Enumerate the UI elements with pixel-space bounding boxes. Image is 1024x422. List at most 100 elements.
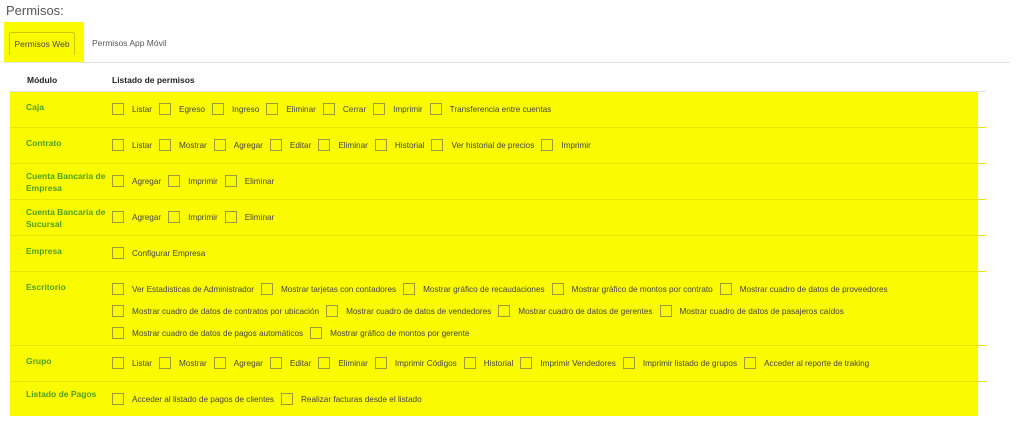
permission-editar[interactable]: Editar [269, 139, 311, 151]
permission-mostrar-cuadro-de-datos-de-pasajeros-caidos[interactable]: Mostrar cuadro de datos de pasajeros caí… [659, 305, 844, 317]
permission-editar[interactable]: Editar [269, 357, 311, 369]
permission-checkbox[interactable] [463, 357, 476, 369]
permission-mostrar[interactable]: Mostrar [159, 139, 207, 151]
permission-checkbox[interactable] [403, 283, 416, 295]
permission-checkbox[interactable] [373, 103, 386, 115]
permission-checkbox[interactable] [168, 175, 181, 187]
permission-checkbox[interactable] [112, 393, 124, 405]
permission-mostrar-tarjetas-con-contadores[interactable]: Mostrar tarjetas con contadores [260, 283, 396, 295]
permission-checkbox[interactable] [260, 283, 273, 295]
permission-checkbox[interactable] [224, 211, 237, 223]
permission-configurar-empresa[interactable]: Configurar Empresa [112, 247, 205, 259]
module-name: Caja [26, 102, 44, 112]
permission-checkbox[interactable] [159, 103, 172, 115]
permission-checkbox[interactable] [112, 211, 124, 223]
permission-mostrar-grafico-de-montos-por-gerente[interactable]: Mostrar gráfico de montos por gerente [310, 327, 469, 339]
permission-egreso[interactable]: Egreso [159, 103, 205, 115]
permission-checkbox[interactable] [112, 283, 124, 295]
permission-checkbox[interactable] [429, 103, 442, 115]
permission-eliminar[interactable]: Eliminar [224, 211, 275, 223]
permission-checkbox[interactable] [374, 357, 387, 369]
permission-imprimir[interactable]: Imprimir [168, 175, 218, 187]
permission-ver-historial-de-precios[interactable]: Ver historial de precios [431, 139, 534, 151]
permission-checkbox[interactable] [318, 139, 331, 151]
permission-mostrar-grafico-de-recaudaciones[interactable]: Mostrar gráfico de recaudaciones [403, 283, 545, 295]
permission-checkbox[interactable] [112, 103, 124, 115]
permission-checkbox[interactable] [112, 327, 124, 339]
permission-mostrar-cuadro-de-datos-de-vendedores[interactable]: Mostrar cuadro de datos de vendedores [326, 305, 491, 317]
permission-imprimir-codigos[interactable]: Imprimir Códigos [374, 357, 457, 369]
permission-mostrar[interactable]: Mostrar [159, 357, 207, 369]
permission-line: Agregar Imprimir Eliminar [112, 210, 281, 224]
permission-historial[interactable]: Historial [463, 357, 513, 369]
permission-checkbox[interactable] [112, 175, 124, 187]
permission-ver-estadisticas-de-administrador[interactable]: Ver Estadisticas de Administrador [112, 283, 254, 295]
permission-eliminar[interactable]: Eliminar [224, 175, 274, 187]
permission-checkbox[interactable] [622, 357, 635, 369]
permission-eliminar[interactable]: Eliminar [318, 139, 368, 151]
permission-acceder-al-reporte-de-traking[interactable]: Acceder al reporte de traking [744, 357, 869, 369]
permission-listar[interactable]: Listar [112, 357, 152, 369]
permission-label: Mostrar [179, 140, 207, 150]
permission-checkbox[interactable] [112, 247, 124, 259]
permission-label: Ver Estadisticas de Administrador [132, 284, 254, 294]
permission-eliminar[interactable]: Eliminar [318, 357, 368, 369]
permission-historial[interactable]: Historial [374, 139, 424, 151]
permission-acceder-al-listado-de-pagos-de-clientes[interactable]: Acceder al listado de pagos de clientes [112, 393, 274, 405]
permission-checkbox[interactable] [431, 139, 444, 151]
permission-agregar[interactable]: Agregar [213, 357, 263, 369]
permission-listar[interactable]: Listar [112, 103, 152, 115]
tab-permisos-web[interactable]: Permisos Web [9, 32, 75, 55]
permission-checkbox[interactable] [374, 139, 387, 151]
permission-label: Listar [132, 140, 153, 150]
permission-mostrar-cuadro-de-datos-de-gerentes[interactable]: Mostrar cuadro de datos de gerentes [498, 305, 653, 317]
permission-label: Eliminar [244, 212, 275, 222]
permission-agregar[interactable]: Agregar [213, 139, 263, 151]
permission-checkbox[interactable] [322, 103, 335, 115]
permission-checkbox[interactable] [326, 305, 339, 317]
permission-checkbox[interactable] [520, 357, 533, 369]
permission-imprimir-listado-de-grupos[interactable]: Imprimir listado de grupos [622, 357, 737, 369]
permission-checkbox[interactable] [224, 175, 237, 187]
permission-checkbox[interactable] [112, 305, 124, 317]
permission-transferencia-entre-cuentas[interactable]: Transferencia entre cuentas [429, 103, 551, 115]
permission-checkbox[interactable] [213, 139, 226, 151]
permission-checkbox[interactable] [211, 103, 224, 115]
permission-checkbox[interactable] [213, 357, 226, 369]
permission-checkbox[interactable] [498, 305, 511, 317]
permission-label: Mostrar gráfico de montos por gerente [330, 328, 470, 338]
permission-checkbox[interactable] [541, 139, 554, 151]
permission-listar[interactable]: Listar [112, 139, 152, 151]
permission-checkbox[interactable] [168, 211, 181, 223]
permission-checkbox[interactable] [659, 305, 672, 317]
permission-checkbox[interactable] [551, 283, 564, 295]
permission-imprimir[interactable]: Imprimir [168, 211, 218, 223]
permission-imprimir[interactable]: Imprimir [541, 139, 591, 151]
permission-imprimir-vendedores[interactable]: Imprimir Vendedores [520, 357, 616, 369]
permission-checkbox[interactable] [112, 357, 124, 369]
permission-mostrar-grafico-de-montos-por-contrato[interactable]: Mostrar gráfico de montos por contrato [551, 283, 713, 295]
permission-checkbox[interactable] [744, 357, 757, 369]
permission-ingreso[interactable]: Ingreso [211, 103, 259, 115]
permission-checkbox[interactable] [281, 393, 294, 405]
permission-checkbox[interactable] [318, 357, 331, 369]
permission-agregar[interactable]: Agregar [112, 211, 161, 223]
permission-label: Agregar [132, 176, 162, 186]
permission-eliminar[interactable]: Eliminar [266, 103, 316, 115]
permission-checkbox[interactable] [266, 103, 279, 115]
permission-checkbox[interactable] [159, 139, 172, 151]
permission-cerrar[interactable]: Cerrar [322, 103, 366, 115]
permission-agregar[interactable]: Agregar [112, 175, 161, 187]
permission-mostrar-cuadro-de-datos-de-contratos-por-ubicacion[interactable]: Mostrar cuadro de datos de contratos por… [112, 305, 319, 317]
permission-imprimir[interactable]: Imprimir [373, 103, 423, 115]
permission-checkbox[interactable] [269, 139, 282, 151]
permission-mostrar-cuadro-de-datos-de-proveedores[interactable]: Mostrar cuadro de datos de proveedores [719, 283, 888, 295]
permission-mostrar-cuadro-de-datos-de-pagos-automaticos[interactable]: Mostrar cuadro de datos de pagos automát… [112, 327, 303, 339]
permission-checkbox[interactable] [310, 327, 323, 339]
tab-permisos-app-movil[interactable]: Permisos App Móvil [88, 32, 171, 55]
permission-checkbox[interactable] [719, 283, 732, 295]
permission-checkbox[interactable] [112, 139, 124, 151]
permission-checkbox[interactable] [269, 357, 282, 369]
permission-checkbox[interactable] [159, 357, 172, 369]
permission-realizar-facturas-desde-el-listado[interactable]: Realizar facturas desde el listado [281, 393, 422, 405]
